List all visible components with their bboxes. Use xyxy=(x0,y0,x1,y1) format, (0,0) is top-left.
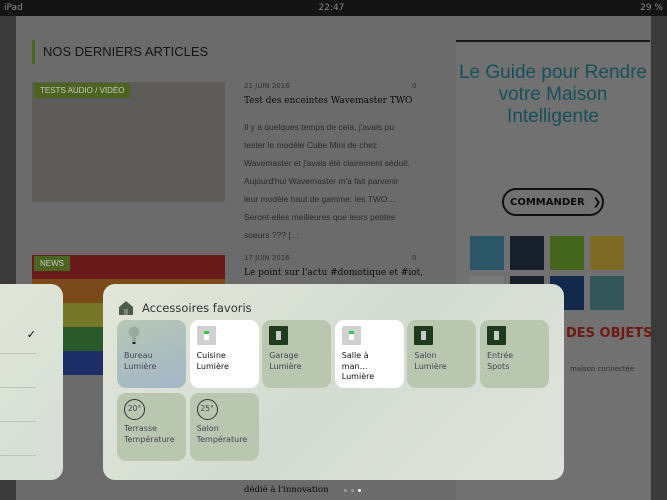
switch-icon xyxy=(196,326,216,345)
accessory-tile[interactable]: Salle à man… Lumière xyxy=(334,320,404,388)
switch-icon xyxy=(414,326,434,345)
article-date: 21 JUIN 2016 xyxy=(244,82,290,90)
accessory-tile[interactable]: 20° Terrasse Température xyxy=(117,393,186,461)
accessory-tile[interactable]: Entrée Spots xyxy=(480,320,549,388)
switch-icon xyxy=(487,326,506,345)
page-dot[interactable] xyxy=(351,489,354,492)
comment-count[interactable]: 0 xyxy=(412,82,416,90)
section-title: NOS DERNIERS ARTICLES xyxy=(32,40,208,64)
tile-type: Lumière xyxy=(341,372,375,381)
comment-count[interactable]: 0 xyxy=(412,254,416,262)
accessory-tile[interactable]: Garage Lumière xyxy=(262,320,332,388)
list-row[interactable]: ✓ xyxy=(0,320,36,354)
article-excerpt: Il y a quelques temps de cela, j'avais p… xyxy=(244,122,410,240)
accessory-tile[interactable]: Salon Lumière xyxy=(407,320,477,388)
tile-name: Bureau xyxy=(124,351,153,360)
left-widget-panel[interactable]: ✓ xyxy=(0,284,63,480)
tile-name: Salle à man… xyxy=(341,351,369,371)
article-category[interactable]: TESTS AUDIO / VIDÉO xyxy=(34,83,131,98)
status-bar: iPad 22:47 29 % xyxy=(0,0,667,16)
ad-tagline: maison connectée xyxy=(570,365,635,373)
tile-name: Terrasse xyxy=(124,424,158,433)
home-icon xyxy=(119,301,133,315)
tile-name: Cuisine xyxy=(196,351,226,360)
tile-type: Lumière xyxy=(414,361,447,371)
page-indicator[interactable] xyxy=(344,489,361,492)
widget-header[interactable]: Accessoires favoris xyxy=(118,300,252,316)
widget-title: Accessoires favoris xyxy=(142,301,252,315)
article-title[interactable]: Test des enceintes Wavemaster TWO xyxy=(244,96,412,106)
thermometer-icon: 25° xyxy=(196,399,218,420)
accessory-tile[interactable]: 25° Salon Température xyxy=(189,393,259,461)
ad-title: Le Guide pour Rendre votre Maison Intell… xyxy=(458,62,647,127)
chevron-right-icon: ❯ xyxy=(592,196,602,208)
article-excerpt: dédié à l'innovation xyxy=(244,485,329,495)
tile-type: Température xyxy=(196,434,248,444)
favorites-widget: Accessoires favoris Bureau Lumière Cuisine… xyxy=(103,284,564,480)
page-dot-active[interactable] xyxy=(358,489,361,492)
tile-name: Entrée xyxy=(487,351,514,360)
accessory-tile[interactable]: Cuisine Lumière xyxy=(189,320,259,388)
thermometer-icon: 20° xyxy=(124,399,145,420)
device-label: iPad xyxy=(4,3,23,13)
tile-name: Salon xyxy=(414,351,437,360)
tile-type: Température xyxy=(124,434,175,444)
tile-type: Lumière xyxy=(269,361,302,371)
tile-name: Salon xyxy=(196,424,219,433)
clock: 22:47 xyxy=(318,3,345,13)
tile-type: Spots xyxy=(487,361,510,371)
tile-name: Garage xyxy=(269,351,299,360)
article-title[interactable]: Le point sur l'actu #domotique et #iot, xyxy=(244,268,423,278)
bulb-icon xyxy=(124,326,143,345)
list-row[interactable] xyxy=(0,354,36,388)
accessory-tile[interactable]: Bureau Lumière xyxy=(117,320,186,388)
checkmark-icon: ✓ xyxy=(26,328,36,341)
commander-button[interactable]: COMMANDER ❯ xyxy=(502,188,604,216)
list-row[interactable] xyxy=(0,422,36,456)
article-image[interactable] xyxy=(32,82,225,202)
article-date: 17 JUIN 2016 xyxy=(244,254,290,262)
page-dot[interactable] xyxy=(344,489,347,492)
switch-icon xyxy=(269,326,289,345)
ad-subtitle: DES OBJETS xyxy=(566,326,653,341)
article-category[interactable]: NEWS xyxy=(34,256,70,271)
switch-icon xyxy=(341,326,361,345)
tile-type: Lumière xyxy=(124,361,157,371)
commander-label: COMMANDER xyxy=(510,196,585,208)
battery-level: 29 % xyxy=(640,3,663,13)
tile-type: Lumière xyxy=(196,361,229,371)
list-row[interactable] xyxy=(0,388,36,422)
